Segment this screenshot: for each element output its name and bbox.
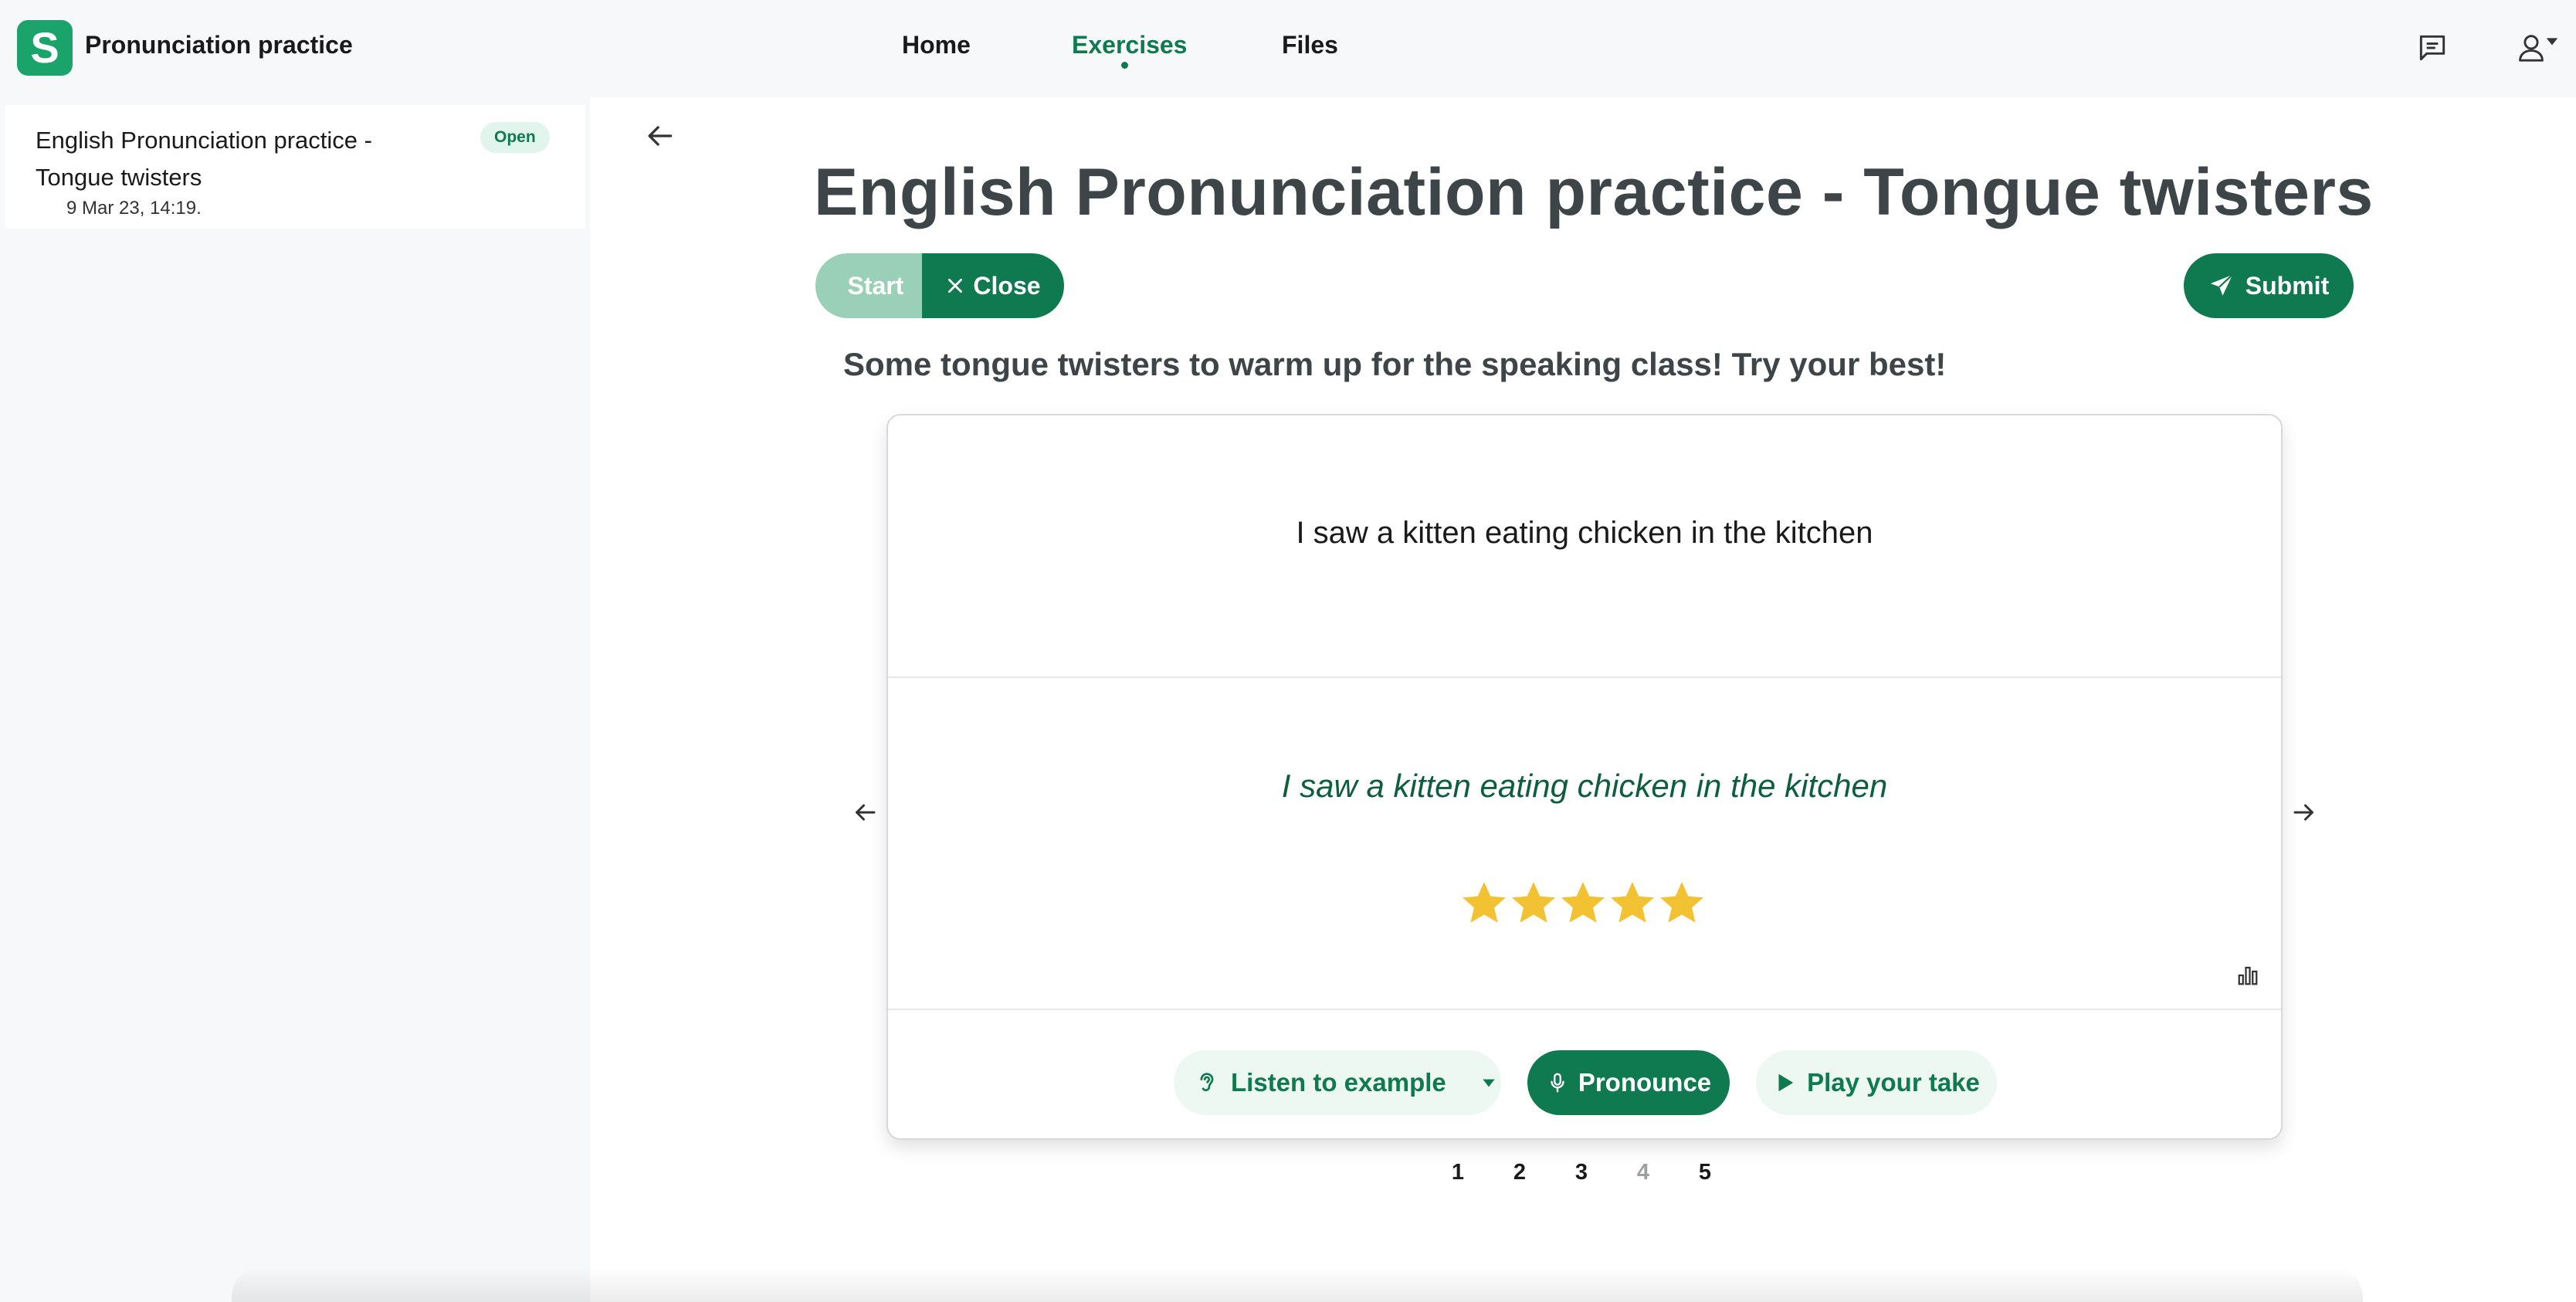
start-close-button-group: Start Close xyxy=(815,253,1064,318)
listen-to-example-button[interactable]: Listen to example xyxy=(1174,1050,1501,1115)
close-button-label: Close xyxy=(973,271,1041,300)
play-your-take-button[interactable]: Play your take xyxy=(1756,1050,1997,1115)
nav-files[interactable]: Files xyxy=(1282,31,1338,59)
listen-button-label: Listen to example xyxy=(1231,1068,1446,1097)
rating-stars xyxy=(1459,879,1707,928)
app-title[interactable]: Pronunciation practice xyxy=(85,31,353,59)
play-icon xyxy=(1778,1073,1794,1092)
page-number[interactable]: 5 xyxy=(1696,1160,1714,1185)
bottom-shadow xyxy=(232,1266,2363,1302)
page-number[interactable]: 2 xyxy=(1510,1160,1529,1185)
submit-button[interactable]: Submit xyxy=(2184,253,2354,318)
play-button-label: Play your take xyxy=(1807,1068,1980,1097)
exercise-card: I saw a kitten eating chicken in the kit… xyxy=(886,414,2283,1140)
recognized-sentence: I saw a kitten eating chicken in the kit… xyxy=(1281,768,1888,804)
card-actions: Listen to example Pronounce Play your ta… xyxy=(888,1050,2281,1115)
pronounce-button-label: Pronounce xyxy=(1578,1068,1712,1097)
page-title: English Pronunciation practice - Tongue … xyxy=(814,155,2374,229)
star-icon xyxy=(1561,882,1605,923)
sidebar-item-exercise[interactable]: English Pronunciation practice - Tongue … xyxy=(5,105,585,229)
app-logo[interactable]: S xyxy=(17,20,73,76)
user-menu-icon[interactable] xyxy=(2517,31,2559,65)
target-sentence: I saw a kitten eating chicken in the kit… xyxy=(1296,516,1873,550)
star-icon xyxy=(1512,882,1555,923)
microphone-icon xyxy=(1551,1073,1564,1093)
nav-exercises[interactable]: Exercises xyxy=(1072,31,1187,59)
back-arrow-icon[interactable] xyxy=(642,119,676,153)
sidebar-item-date: 9 Mar 23, 14:19. xyxy=(66,198,202,219)
page-number[interactable]: 1 xyxy=(1449,1160,1467,1185)
close-button[interactable]: Close xyxy=(922,253,1064,318)
exercise-description: Some tongue twisters to warm up for the … xyxy=(843,346,1947,382)
chat-icon[interactable] xyxy=(2415,31,2449,65)
next-arrow-icon[interactable] xyxy=(2290,798,2318,826)
status-badge: Open xyxy=(480,122,550,153)
pagination: 1 2 3 4 5 xyxy=(1449,1160,1714,1185)
star-icon xyxy=(1463,882,1506,923)
card-divider xyxy=(888,1009,2281,1010)
page-number[interactable]: 3 xyxy=(1572,1160,1591,1185)
sidebar-item-title: English Pronunciation practice - Tongue … xyxy=(36,127,372,191)
card-divider xyxy=(888,676,2281,678)
previous-arrow-icon[interactable] xyxy=(851,798,879,826)
active-nav-indicator xyxy=(1121,62,1128,69)
ear-icon xyxy=(1200,1073,1214,1092)
statistics-icon[interactable] xyxy=(2236,964,2259,987)
send-icon xyxy=(2210,273,2233,296)
submit-button-label: Submit xyxy=(2245,271,2330,300)
start-button-label: Start xyxy=(847,271,904,300)
chevron-down-icon[interactable] xyxy=(1479,1073,1499,1093)
star-icon xyxy=(1611,882,1654,923)
close-icon xyxy=(948,279,963,293)
star-icon xyxy=(1660,882,1703,923)
top-navigation-bar: S Pronunciation practice Home Exercises … xyxy=(0,0,2576,97)
nav-home[interactable]: Home xyxy=(902,31,971,59)
start-button[interactable]: Start xyxy=(815,253,922,318)
page-number-current[interactable]: 4 xyxy=(1634,1160,1652,1185)
sidebar: English Pronunciation practice - Tongue … xyxy=(0,97,590,1302)
pronounce-button[interactable]: Pronounce xyxy=(1527,1050,1730,1115)
